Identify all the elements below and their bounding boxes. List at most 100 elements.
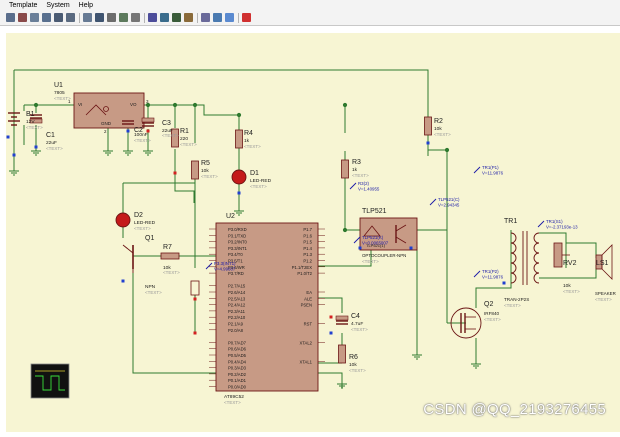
voltage-probe-reading: V=0.0065007 <box>362 241 389 246</box>
text-placeholder: <TEXT> <box>46 146 63 151</box>
transformer-secondary-coil <box>533 252 540 264</box>
pin-marker <box>121 279 125 283</box>
component-ref-r7: R7 <box>163 244 172 251</box>
component-value-tr1: TRAN-2P2S <box>504 297 529 302</box>
junction-dot <box>342 227 348 233</box>
text-placeholder: <TEXT> <box>163 270 180 275</box>
electrical-rules-icon[interactable] <box>225 13 234 22</box>
transistor-q1-collector <box>122 244 134 254</box>
design-explorer-icon[interactable] <box>160 13 169 22</box>
text-placeholder: <TEXT> <box>352 173 369 178</box>
menu-help[interactable]: Help <box>77 2 98 9</box>
potentiometer-rv2 <box>553 242 563 268</box>
component-value-ls1: SPEAKER <box>595 291 616 296</box>
bill-of-materials-icon[interactable] <box>201 13 210 22</box>
pin-marker <box>193 297 197 301</box>
component-ref-b1: B1 <box>26 111 35 118</box>
schematic-drawing: B112V<TEXT>C122uF<TEXT>U17805<TEXT>VI VOG… <box>6 69 616 405</box>
schematic-canvas[interactable]: B1 12V <TEXT> C1 22uF <TEXT> U1 7805 <TEXT> VI VO G… <box>0 27 620 432</box>
wire-autorouter-icon[interactable] <box>119 13 128 22</box>
schematic-sheet[interactable]: B1 12V <TEXT> C1 22uF <TEXT> U1 7805 <TEXT> VI VO G… <box>6 33 620 432</box>
pin-marker <box>6 135 10 139</box>
voltage-probe-reading: V=4.99807 <box>214 267 236 272</box>
u1-pin-2: 2 <box>104 129 107 134</box>
component-value-q2: IRF840 <box>484 311 500 316</box>
u1-pin-vo: VO <box>130 102 137 107</box>
mcu-u2-pin-left: P2.0/A8 <box>228 328 244 333</box>
transformer-primary-coil <box>510 262 517 274</box>
component-ref-r5: R5 <box>201 160 210 167</box>
component-ref-tr1: TR1 <box>504 218 517 225</box>
block-copy-icon[interactable] <box>54 13 63 22</box>
mcu-u2-pin-left: P0.3/AD3 <box>228 366 247 371</box>
text-placeholder: <TEXT> <box>201 174 218 179</box>
voltage-probe-arrow <box>537 220 545 228</box>
menu-template[interactable]: Template <box>0 2 42 9</box>
voltage-probe-arrow <box>473 166 481 174</box>
pin-marker <box>173 171 177 175</box>
junction-dot <box>192 102 198 108</box>
transformer-primary-coil <box>510 272 517 284</box>
mcu-u2-pin-left: P0.7/AD7 <box>228 340 247 345</box>
component-ref-c4: C4 <box>351 313 360 320</box>
mcu-u2-pin-left: P3.2/INT0 <box>228 240 248 245</box>
text-placeholder: <TEXT> <box>145 290 162 295</box>
component-ref-tlp521: TLP521 <box>362 208 387 215</box>
open-icon[interactable] <box>6 13 15 22</box>
voltage-probe-name: TLP521(K) <box>362 235 384 240</box>
resistor-r3 <box>341 159 349 179</box>
component-ref-r2: R2 <box>434 118 443 125</box>
text-placeholder: <TEXT> <box>244 144 261 149</box>
text-placeholder: <TEXT> <box>250 184 267 189</box>
component-ref-q2: Q2 <box>484 301 493 308</box>
copy-icon[interactable] <box>30 13 39 22</box>
block-move-icon[interactable] <box>66 13 75 22</box>
voltage-probe-reading: V=2.94345 <box>438 203 460 208</box>
transformer-secondary-coil <box>533 242 540 254</box>
junction-dot <box>444 147 450 153</box>
voltage-probe-name: R3(2) <box>358 181 370 186</box>
mcu-u2-pin-left: P3.0/RXD <box>228 227 247 232</box>
mcu-u2-pin-left: P0.0/AD0 <box>228 385 247 390</box>
pin-marker <box>34 145 38 149</box>
mcu-u2-pin-left: P3.7/RD <box>228 271 244 276</box>
component-ref-rv2: RV2 <box>563 260 577 267</box>
mcu-u2-pin-left: P0.1/AD1 <box>228 378 247 383</box>
cut-icon[interactable] <box>18 13 27 22</box>
resistor-r2 <box>424 116 432 136</box>
menu-system[interactable]: System <box>44 2 74 9</box>
capacitor-c4-body <box>335 315 349 321</box>
junction-dot <box>342 102 348 108</box>
text-placeholder: <TEXT> <box>484 317 501 322</box>
netlist-icon[interactable] <box>213 13 222 22</box>
u1-pin-vi: VI <box>78 102 82 107</box>
junction-dot <box>236 112 242 118</box>
pin-marker <box>358 246 362 250</box>
led-d1 <box>231 169 247 185</box>
transformer-secondary-coil <box>533 272 540 284</box>
capacitor-c3-body <box>141 117 155 123</box>
component-ref-c3: C3 <box>162 120 171 127</box>
component-ref-d1: D1 <box>250 170 259 177</box>
pin-marker <box>12 153 16 157</box>
block-rotate-icon[interactable] <box>83 13 92 22</box>
paste-icon[interactable] <box>42 13 51 22</box>
component-ref-u2: U2 <box>226 213 235 220</box>
mcu-u2-pin-left: P0.2/AD2 <box>228 372 247 377</box>
text-placeholder: <TEXT> <box>434 132 451 137</box>
text-placeholder: <TEXT> <box>563 289 580 294</box>
text-placeholder: <TEXT> <box>351 327 368 332</box>
menu-bar: Template System Help <box>0 0 620 11</box>
component-value-tlp521: OPTOCOUPLER-NPN <box>362 253 406 258</box>
pin-marker <box>126 129 130 133</box>
search-icon[interactable] <box>131 13 140 22</box>
new-sheet-icon[interactable] <box>172 13 181 22</box>
zoom-icon[interactable] <box>107 13 116 22</box>
block-delete-icon[interactable] <box>95 13 104 22</box>
property-assignment-icon[interactable] <box>148 13 157 22</box>
pcb-layout-icon[interactable] <box>242 13 251 22</box>
pin-marker <box>502 281 506 285</box>
resistor-r4 <box>235 129 243 149</box>
watermark: CSDN @QQ_2193276455 <box>423 401 606 418</box>
remove-sheet-icon[interactable] <box>184 13 193 22</box>
